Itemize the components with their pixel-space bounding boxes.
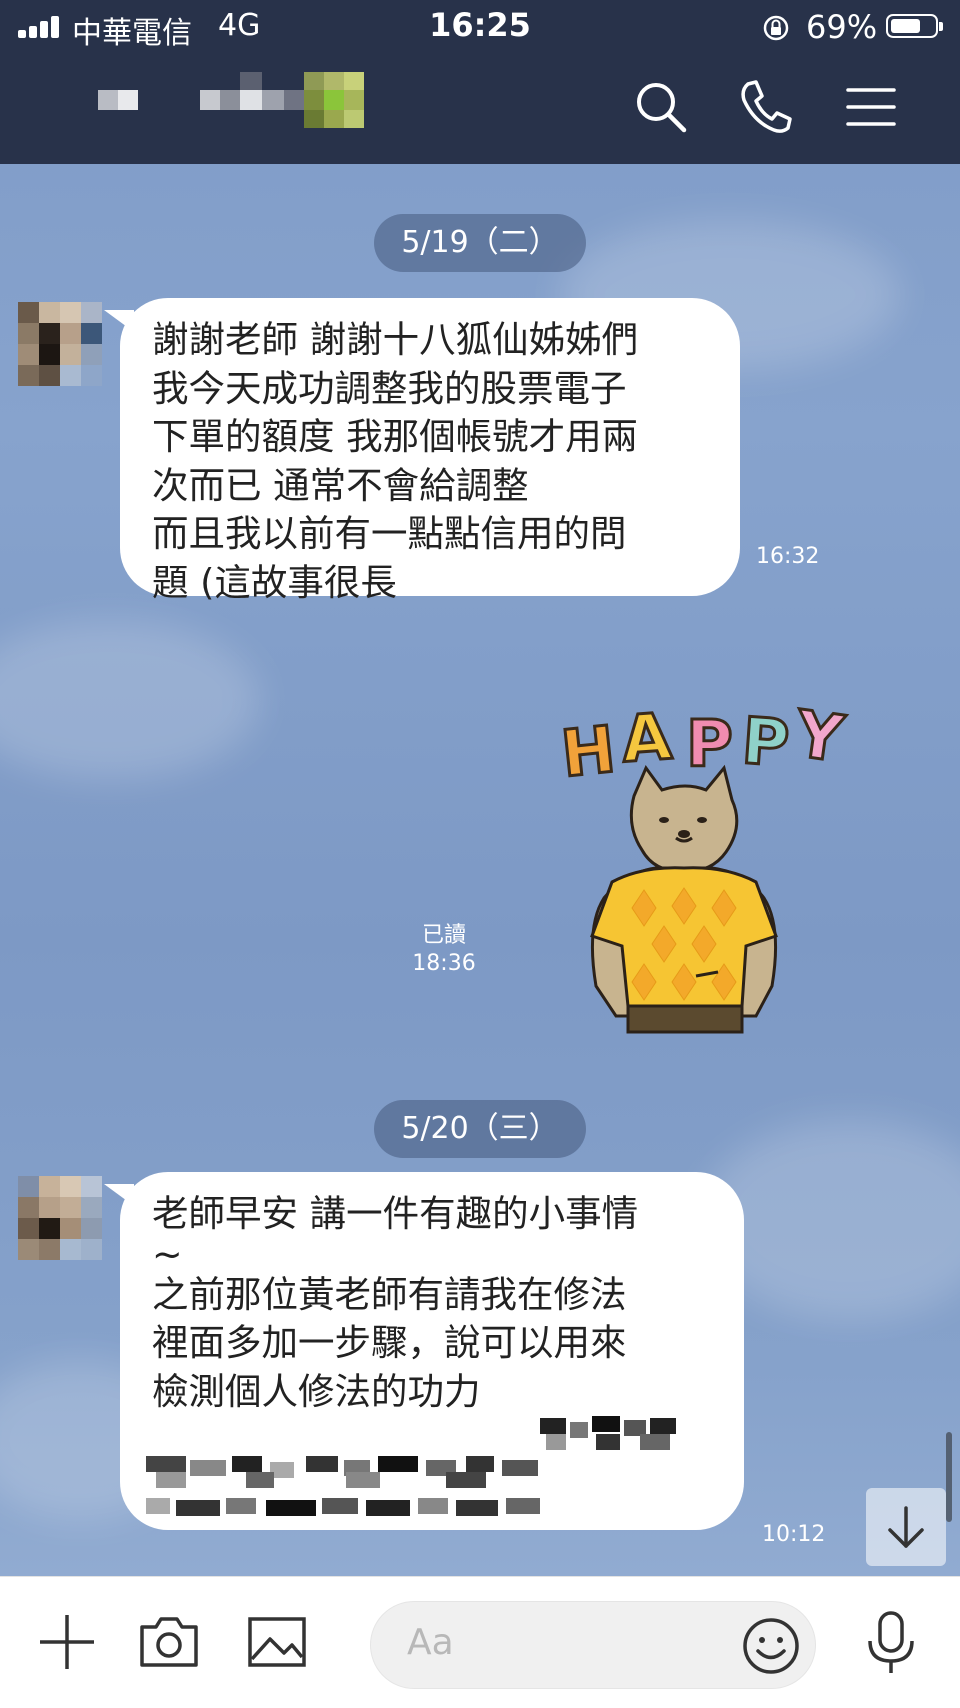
avatar[interactable]	[18, 1176, 102, 1260]
sticker-letter: P	[740, 705, 792, 782]
message-line: 之前那位黃老師有請我在修法	[152, 1272, 627, 1316]
top-bar: 中華電信 4G 16:25 69%	[0, 0, 960, 164]
plus-icon[interactable]	[32, 1607, 102, 1677]
message-line: 次而已 通常不會給調整	[152, 463, 529, 507]
redacted-text	[146, 1452, 546, 1492]
chat-area[interactable]: 5/19（二） 謝謝老師 謝謝十八狐仙姊姊們 我今天成功調整我的股票電子 下單的…	[0, 164, 960, 1576]
battery-icon	[886, 14, 943, 38]
message-time: 18:36	[412, 951, 476, 976]
sticker-letter: H	[558, 713, 619, 792]
read-receipt: 已讀 18:36	[404, 922, 484, 978]
message-bubble[interactable]: 老師早安 講一件有趣的小事情 ~ 之前那位黃老師有請我在修法 裡面多加一步驟，說…	[120, 1172, 744, 1530]
message-line: 而且我以前有一點點信用的問	[152, 512, 627, 555]
date-divider: 5/20（三）	[374, 1100, 586, 1158]
phone-icon[interactable]	[732, 74, 798, 140]
sticker-letter: Y	[790, 697, 848, 777]
chat-header	[0, 60, 960, 164]
date-divider: 5/19（二）	[374, 214, 586, 272]
search-icon[interactable]	[628, 74, 694, 140]
message-input-placeholder: Aa	[407, 1622, 454, 1663]
scrollbar[interactable]	[946, 1432, 952, 1522]
message-line: 下單的額度 我那個帳號才用兩	[152, 415, 639, 458]
message-time: 10:12	[762, 1522, 826, 1547]
rotation-lock-icon	[763, 15, 789, 41]
message-input[interactable]: Aa	[370, 1601, 816, 1689]
line-chat-screen: 中華電信 4G 16:25 69% 5/19（二） 謝謝老師 謝謝十八狐仙姊姊們…	[0, 0, 960, 1708]
avatar[interactable]	[18, 302, 102, 386]
battery-percent: 69%	[806, 8, 878, 46]
message-bubble[interactable]: 謝謝老師 謝謝十八狐仙姊姊們 我今天成功調整我的股票電子 下單的額度 我那個帳號…	[120, 298, 740, 604]
message-line: 老師早安 講一件有趣的小事情	[152, 1192, 639, 1235]
message-input-bar: Aa	[0, 1576, 960, 1708]
message-line: 檢測個人修法的功力	[152, 1369, 481, 1413]
message-time: 16:32	[756, 544, 820, 569]
redacted-text	[146, 1496, 556, 1530]
happy-sticker[interactable]: H A P P Y	[556, 676, 876, 1056]
arrow-down-icon	[888, 1506, 924, 1548]
status-bar: 中華電信 4G 16:25 69%	[0, 0, 960, 56]
scroll-to-bottom-button[interactable]	[866, 1488, 946, 1566]
image-icon[interactable]	[242, 1607, 312, 1677]
redacted-text	[540, 1412, 680, 1452]
message-line: 裡面多加一步驟，說可以用來	[152, 1321, 627, 1364]
camera-icon[interactable]	[134, 1607, 204, 1677]
emoji-icon[interactable]	[739, 1614, 803, 1678]
read-label: 已讀	[421, 923, 466, 948]
menu-icon[interactable]	[838, 74, 904, 140]
message-line: 題 (這故事很長	[152, 560, 397, 604]
message-line: ~	[152, 1232, 183, 1276]
sticker-letter: A	[619, 700, 674, 777]
message-line: 我今天成功調整我的股票電子	[152, 366, 627, 410]
message-line: 謝謝老師 謝謝十八狐仙姊姊們	[152, 318, 639, 361]
microphone-icon[interactable]	[856, 1607, 926, 1677]
